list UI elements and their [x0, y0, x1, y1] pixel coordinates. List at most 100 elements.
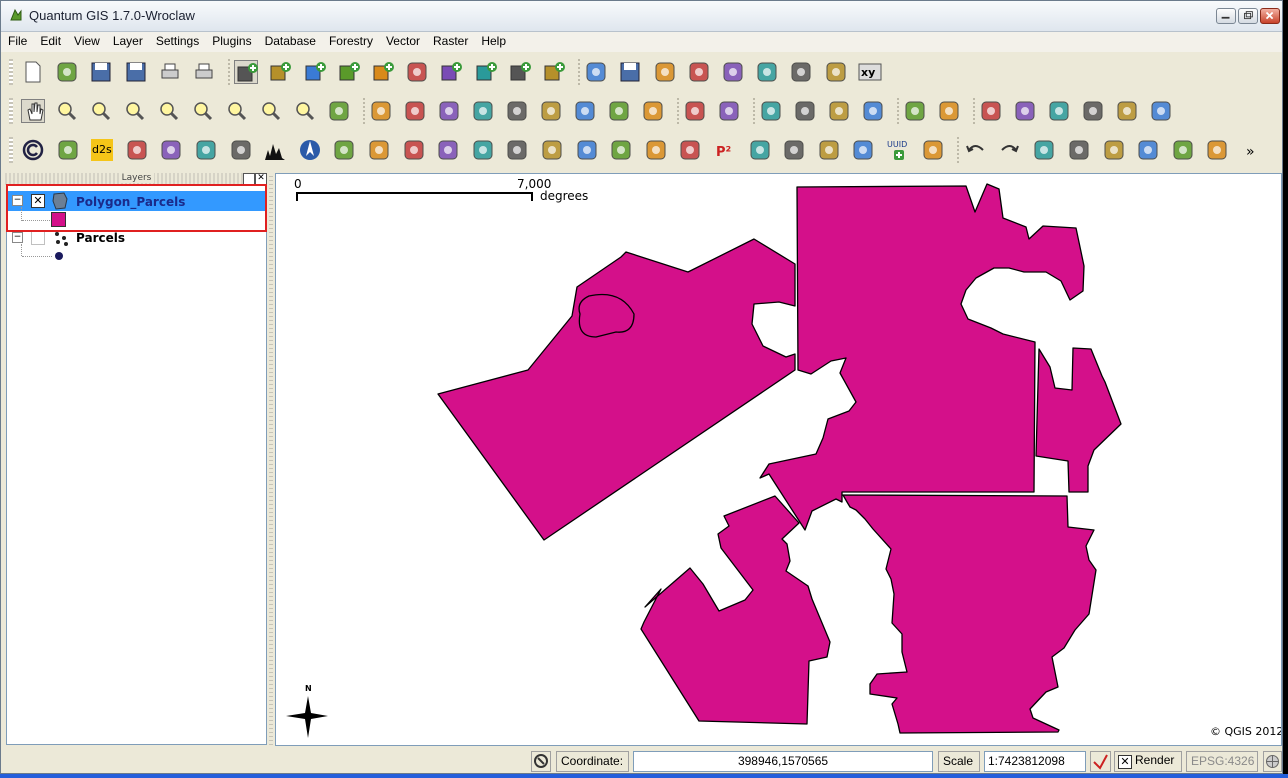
- render-toggle[interactable]: ✕ Render: [1114, 751, 1182, 772]
- move-feature-icon[interactable]: [653, 60, 677, 84]
- uuid-icon[interactable]: UUID: [886, 138, 910, 162]
- zoom-full-icon[interactable]: [123, 99, 147, 123]
- rotate-tool-icon[interactable]: [1102, 138, 1126, 162]
- print-icon[interactable]: [192, 60, 216, 84]
- change-label-icon[interactable]: [861, 99, 885, 123]
- layer-name[interactable]: Parcels: [76, 231, 125, 245]
- restore-button[interactable]: [1238, 8, 1258, 24]
- georeferencer-icon[interactable]: [229, 138, 253, 162]
- fTools-2-icon[interactable]: [1013, 99, 1037, 123]
- add-spatialite-layer-icon[interactable]: [337, 60, 361, 84]
- zonal-stats-icon[interactable]: [436, 138, 460, 162]
- zoom-selection-icon[interactable]: [191, 99, 215, 123]
- render-checkbox[interactable]: ✕: [1118, 755, 1132, 769]
- stop-render-icon[interactable]: [1090, 751, 1111, 772]
- menu-edit[interactable]: Edit: [33, 32, 67, 48]
- scale-field[interactable]: 1:7423812098: [984, 751, 1086, 772]
- d2s-icon[interactable]: d2s: [90, 138, 114, 162]
- menu-database[interactable]: Database: [258, 32, 322, 48]
- toggle-editing-icon[interactable]: [584, 60, 608, 84]
- close-button[interactable]: [1260, 8, 1280, 24]
- pan-icon[interactable]: [21, 99, 45, 123]
- fTools-5-icon[interactable]: [1115, 99, 1139, 123]
- toolbar-grip[interactable]: [9, 98, 13, 124]
- zoom-next-icon[interactable]: [293, 99, 317, 123]
- gps-icon[interactable]: [125, 138, 149, 162]
- plugin-green-icon[interactable]: [471, 138, 495, 162]
- polygon-tool-icon[interactable]: [1032, 138, 1056, 162]
- toolbar-grip[interactable]: [9, 137, 13, 163]
- xy-tool-icon[interactable]: xy: [858, 60, 882, 84]
- raster-terrain-icon[interactable]: [194, 138, 218, 162]
- reshape-tool-icon[interactable]: [1205, 138, 1229, 162]
- zoom-native-icon[interactable]: [225, 99, 249, 123]
- coordinate-toggle-button[interactable]: [531, 751, 551, 772]
- rotate-label-icon[interactable]: [827, 99, 851, 123]
- plugin-rotate-icon[interactable]: [817, 138, 841, 162]
- copyright-icon[interactable]: [21, 138, 45, 162]
- measure-icon[interactable]: [505, 99, 529, 123]
- simplify-icon[interactable]: [683, 99, 707, 123]
- heatmap-icon[interactable]: [367, 138, 391, 162]
- minimize-button[interactable]: [1216, 8, 1236, 24]
- add-oracle-layer-icon[interactable]: [542, 60, 566, 84]
- add-raster-layer-icon[interactable]: [268, 60, 292, 84]
- node-tool-icon[interactable]: [687, 60, 711, 84]
- menu-raster[interactable]: Raster: [426, 32, 474, 48]
- new-shapefile-icon[interactable]: [405, 60, 429, 84]
- whats-this-icon[interactable]: [937, 99, 961, 123]
- osm-icon[interactable]: [678, 138, 702, 162]
- add-wfs-layer-icon[interactable]: [474, 60, 498, 84]
- remove-layer-icon[interactable]: [439, 60, 463, 84]
- move-label-icon[interactable]: [793, 99, 817, 123]
- sextante-icon[interactable]: [644, 138, 668, 162]
- gps-tools-icon[interactable]: [748, 138, 772, 162]
- map-tips-icon[interactable]: [539, 99, 563, 123]
- north-arrow-icon[interactable]: [298, 138, 322, 162]
- panel-splitter[interactable]: [269, 173, 273, 746]
- map-canvas[interactable]: 0 7,000 degrees N © QGIS 2012: [275, 173, 1282, 746]
- zoom-in-icon[interactable]: [55, 99, 79, 123]
- p2-icon[interactable]: P²: [713, 138, 737, 162]
- menu-plugins[interactable]: Plugins: [205, 32, 257, 48]
- redo-icon[interactable]: [998, 138, 1022, 162]
- new-bookmark-icon[interactable]: [573, 99, 597, 123]
- grass-icon[interactable]: [402, 138, 426, 162]
- label-icon[interactable]: [759, 99, 783, 123]
- fTools-6-icon[interactable]: [1149, 99, 1173, 123]
- add-postgis-layer-icon[interactable]: [303, 60, 327, 84]
- menu-help[interactable]: Help: [474, 32, 512, 48]
- toolbar-grip[interactable]: [9, 59, 13, 85]
- spatial-query-icon[interactable]: [56, 138, 80, 162]
- db-export-icon[interactable]: [609, 138, 633, 162]
- merge-tool-icon[interactable]: [1171, 138, 1195, 162]
- projection-icon[interactable]: [1263, 751, 1282, 772]
- menu-layer[interactable]: Layer: [106, 32, 149, 48]
- deselect-icon[interactable]: [437, 99, 461, 123]
- menu-vector[interactable]: Vector: [379, 32, 426, 48]
- save-project-icon[interactable]: [89, 60, 113, 84]
- map-svg[interactable]: 0 7,000 degrees N © QGIS 2012: [276, 174, 1281, 745]
- ring-tool-icon[interactable]: [1067, 138, 1091, 162]
- delete-selected-icon[interactable]: [721, 60, 745, 84]
- zoom-last-icon[interactable]: [259, 99, 283, 123]
- menu-file[interactable]: File: [1, 32, 33, 48]
- add-vector-layer-icon[interactable]: [234, 60, 259, 84]
- db-manager-icon[interactable]: [332, 138, 356, 162]
- python-icon[interactable]: [903, 99, 927, 123]
- cut-features-icon[interactable]: [755, 60, 779, 84]
- fTools-3-icon[interactable]: [1047, 99, 1071, 123]
- fTools-1-icon[interactable]: [979, 99, 1003, 123]
- text-annotation-icon[interactable]: [641, 99, 665, 123]
- plugin-pencil-icon[interactable]: [782, 138, 806, 162]
- menu-forestry[interactable]: Forestry: [322, 32, 379, 48]
- collapse-toggle[interactable]: −: [12, 232, 23, 243]
- more-icon[interactable]: »: [1240, 138, 1264, 162]
- fTools-4-icon[interactable]: [1081, 99, 1105, 123]
- scalebar-icon[interactable]: [505, 138, 529, 162]
- picture-icon[interactable]: [921, 138, 945, 162]
- new-project-icon[interactable]: [21, 60, 45, 84]
- zoom-layer-icon[interactable]: [157, 99, 181, 123]
- menu-settings[interactable]: Settings: [149, 32, 205, 48]
- copy-features-icon[interactable]: [789, 60, 813, 84]
